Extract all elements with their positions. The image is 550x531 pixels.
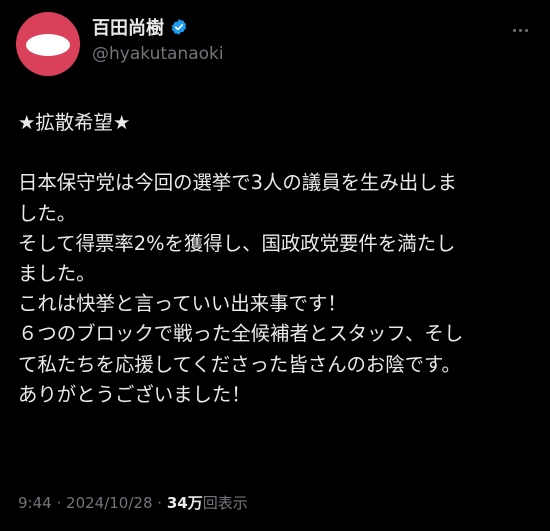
- post-text: ★拡散希望★ 日本保守党は今回の選挙で3人の議員を生み出しま した。 そして得票…: [18, 108, 533, 410]
- post-text-line: て私たちを応援してくださった皆さんのお陰です。: [18, 352, 461, 376]
- post-meta: 9:44 · 2024/10/28 · 34万回表示: [18, 492, 248, 513]
- post-text-line: 日本保守党は今回の選挙で3人の議員を生み出しま: [18, 171, 457, 195]
- post-text-line: ありがとうございました！: [18, 382, 251, 406]
- views-count: 34万: [166, 494, 203, 512]
- post-text-line: これは快挙と言っていい出来事です！: [18, 292, 347, 316]
- meta-separator: ·: [56, 494, 62, 512]
- more-dot-icon: [512, 28, 516, 32]
- post-card: 百田尚樹 @hyakutanaoki ★拡散希望★ 日本保守党は今回の選挙で3人…: [0, 0, 550, 531]
- more-dot-icon: [524, 28, 528, 32]
- views-label: 回表示: [202, 494, 248, 512]
- post-text-line: [18, 138, 533, 168]
- post-text-line: ★拡散希望★: [18, 111, 131, 134]
- avatar[interactable]: [16, 12, 80, 76]
- author-handle[interactable]: @hyakutanaoki: [92, 44, 224, 64]
- more-dot-icon: [518, 28, 522, 32]
- meta-separator: ·: [157, 494, 163, 512]
- verified-badge-icon[interactable]: [170, 18, 188, 36]
- post-text-line: ６つのブロックで戦った全候補者とスタッフ、そし: [18, 322, 464, 346]
- post-text-line: ました。: [18, 261, 96, 285]
- post-time[interactable]: 9:44: [18, 494, 52, 512]
- author-name-row: 百田尚樹: [92, 14, 188, 40]
- author-display-name[interactable]: 百田尚樹: [92, 14, 164, 40]
- avatar-image-shape: [26, 34, 70, 56]
- post-text-line: した。: [18, 201, 77, 225]
- post-date[interactable]: 2024/10/28: [66, 494, 152, 512]
- post-text-line: そして得票率2%を獲得し、国政政党要件を満たし: [18, 231, 456, 255]
- more-options-button[interactable]: [506, 22, 534, 38]
